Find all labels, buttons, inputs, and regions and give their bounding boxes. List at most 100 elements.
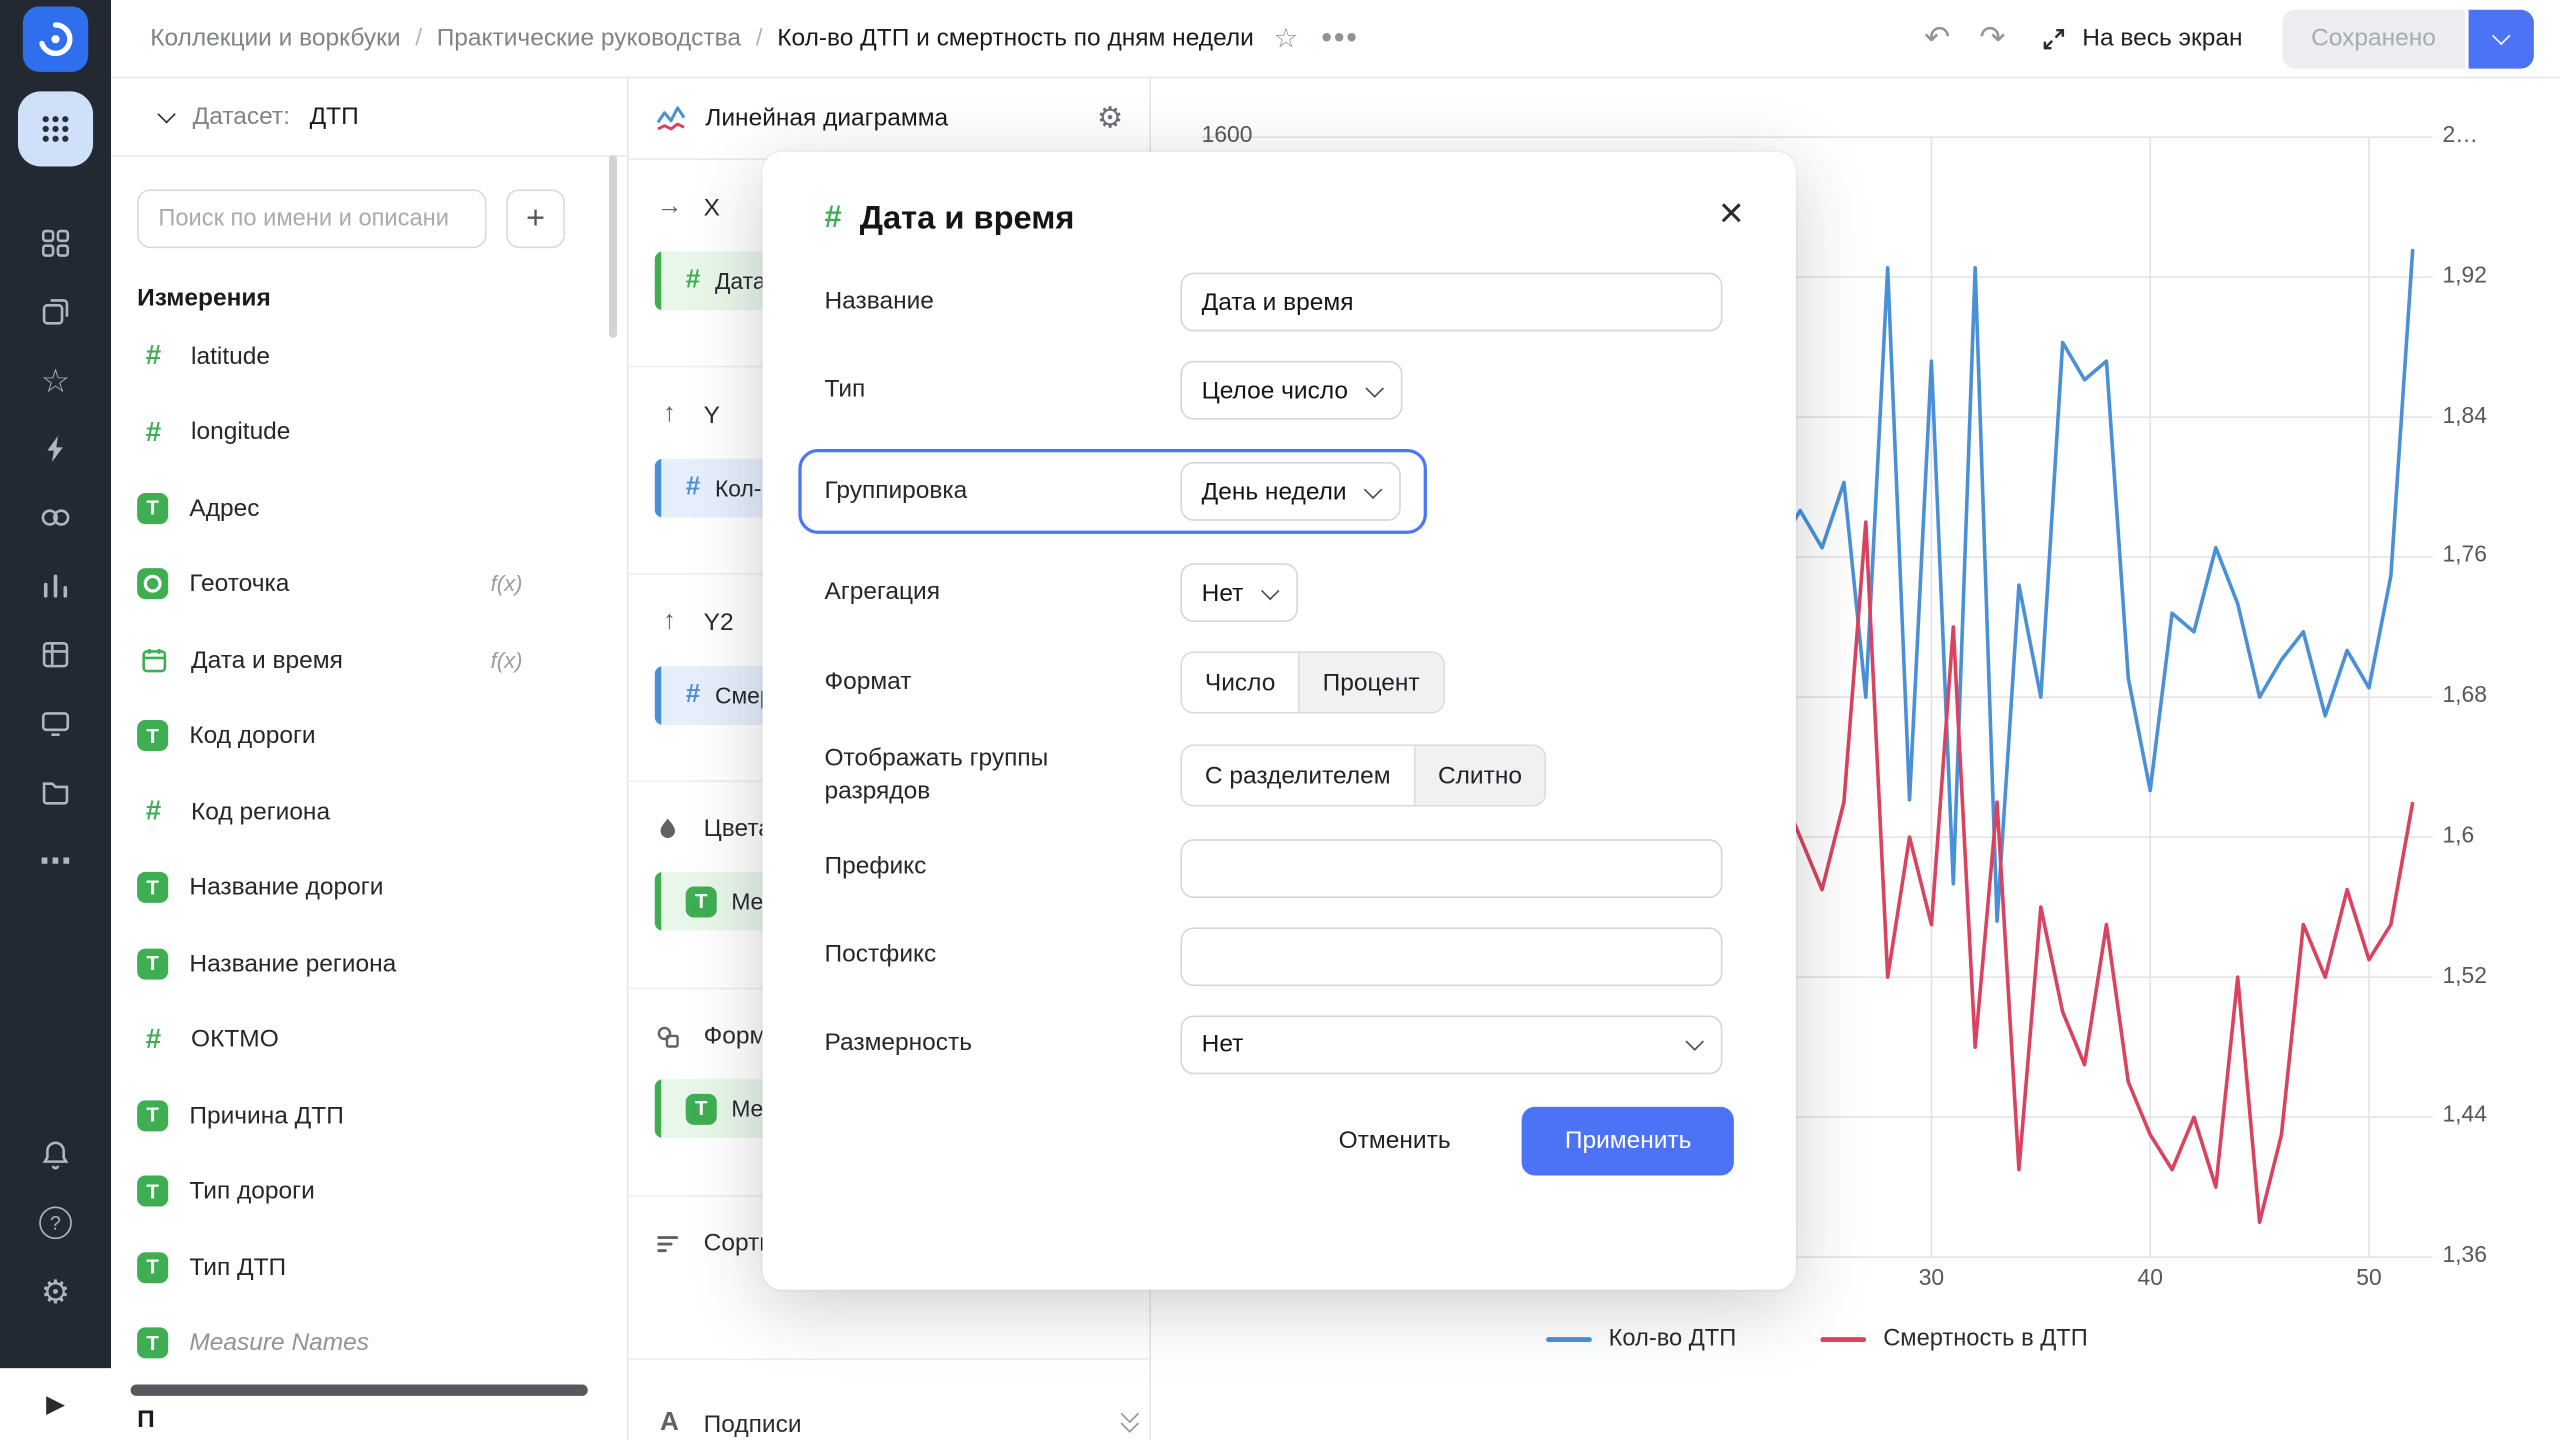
chip-accent-bar [655, 1079, 662, 1138]
storage-folder-icon[interactable] [23, 758, 88, 827]
name-input[interactable] [1180, 273, 1722, 332]
chevron-down-icon [157, 105, 175, 123]
charts-icon[interactable] [23, 552, 88, 621]
fullscreen-button[interactable]: На весь экран [2041, 24, 2242, 52]
grouping-focus-ring: Группировка День недели [798, 449, 1426, 534]
breadcrumb-guides[interactable]: Практические руководства [437, 24, 741, 52]
aggregation-label: Агрегация [824, 576, 1180, 609]
close-icon[interactable]: × [1709, 188, 1753, 237]
add-field-button[interactable]: + [506, 189, 565, 248]
postfix-input[interactable] [1180, 927, 1722, 986]
type-select[interactable]: Целое число [1180, 361, 1402, 420]
field-item[interactable]: TКод дороги [111, 698, 627, 774]
type-label: Тип [824, 374, 1180, 407]
formula-badge: f(x) [491, 572, 523, 596]
horizontal-scrollbar[interactable] [131, 1384, 588, 1395]
text-field-icon: T [686, 886, 717, 917]
dimensions-section-header: Измерения [137, 284, 627, 312]
datalens-logo-icon[interactable] [23, 7, 88, 72]
format-option-percent[interactable]: Процент [1300, 653, 1443, 712]
favorites-star-icon[interactable]: ☆ [23, 346, 88, 415]
text-field-icon: T [137, 948, 168, 979]
geopoint-field-icon [137, 569, 168, 600]
chart-settings-gear-icon[interactable]: ⚙ [1097, 101, 1123, 135]
left-nav-rail: ☆ ⋯ ? ⚙ ▶ [0, 0, 111, 1440]
grouping-select[interactable]: День недели [1180, 462, 1400, 521]
monitoring-icon[interactable] [23, 689, 88, 758]
field-item[interactable]: #longitude [111, 394, 627, 470]
type-row: Тип Целое число [824, 361, 1733, 420]
colors-bucket-icon [655, 816, 684, 842]
field-item[interactable]: Геоточкаf(x) [111, 546, 627, 622]
field-item[interactable]: TТип ДТП [111, 1229, 627, 1305]
dialog-footer: Отменить Применить [824, 1106, 1733, 1175]
vertical-scrollbar[interactable] [609, 155, 617, 338]
field-item[interactable]: TMeasure Names [111, 1305, 627, 1381]
legend-item-mortality[interactable]: Смертность в ДТП [1821, 1326, 2088, 1352]
format-option-number[interactable]: Число [1182, 653, 1300, 712]
x-axis-tick-label: 40 [2137, 1264, 2162, 1290]
field-search-input[interactable] [137, 189, 486, 248]
digit-groups-segmented-control: С разделителем Слитно [1180, 745, 1546, 807]
legend-swatch-red [1821, 1336, 1867, 1341]
sort-icon [655, 1230, 684, 1256]
right-axis-tick-label: 1,68 [2442, 681, 2486, 707]
dimension-select[interactable]: Нет [1180, 1015, 1722, 1074]
undo-icon[interactable]: ↶ [1924, 20, 1950, 58]
right-axis-tick-label: 1,84 [2442, 401, 2486, 427]
cancel-button[interactable]: Отменить [1316, 1110, 1474, 1170]
field-item[interactable]: TТип дороги [111, 1153, 627, 1229]
redo-icon[interactable]: ↷ [1980, 20, 2006, 58]
settings-gear-icon[interactable]: ⚙ [23, 1257, 88, 1326]
right-axis-tick-label: 1,36 [2442, 1241, 2486, 1267]
prefix-input[interactable] [1180, 838, 1722, 897]
dataset-label: Датасет: [193, 103, 290, 131]
shelf-label: Y [704, 401, 720, 429]
field-item[interactable]: TНазвание дороги [111, 850, 627, 926]
line-chart-type-icon[interactable] [655, 102, 688, 135]
dataset-name[interactable]: ДТП [310, 103, 359, 131]
format-segmented-control: Число Процент [1180, 651, 1444, 713]
connections-icon[interactable] [23, 483, 88, 552]
breadcrumb-collections[interactable]: Коллекции и воркбуки [150, 24, 400, 52]
format-label: Формат [824, 666, 1180, 699]
right-axis-tick-label: 1,52 [2442, 961, 2486, 987]
field-item[interactable]: #latitude [111, 318, 627, 394]
right-axis-tick-label: 1,44 [2442, 1101, 2486, 1127]
field-item[interactable]: #Код региона [111, 774, 627, 850]
text-field-icon: T [137, 493, 168, 524]
aggregation-select[interactable]: Нет [1180, 563, 1297, 622]
field-item[interactable]: TАдрес [111, 470, 627, 546]
legend-item-dtp[interactable]: Кол-во ДТП [1547, 1326, 1737, 1352]
apps-grid-icon[interactable] [18, 91, 93, 166]
field-item[interactable]: Дата и времяf(x) [111, 622, 627, 698]
dashboards-icon[interactable] [23, 209, 88, 278]
prefix-label: Префикс [824, 851, 1180, 884]
save-menu-caret-button[interactable] [2469, 9, 2534, 68]
scroll-down-indicator[interactable] [1123, 1412, 1136, 1430]
digit-groups-option-plain[interactable]: Слитно [1415, 747, 1545, 806]
number-field-icon: # [686, 473, 701, 502]
dataset-header[interactable]: Датасет: ДТП [111, 78, 627, 156]
dataset-panel: Датасет: ДТП + Измерения #latitude #long… [111, 78, 629, 1440]
collapse-panel-button[interactable]: ▶ [0, 1368, 111, 1440]
field-settings-dialog: # Дата и время × Название Тип Целое числ… [762, 152, 1795, 1290]
apply-button[interactable]: Применить [1522, 1106, 1733, 1175]
notifications-bell-icon[interactable] [23, 1120, 88, 1189]
saved-button[interactable]: Сохранено [2282, 9, 2466, 68]
field-item[interactable]: TНазвание региона [111, 926, 627, 1002]
fullscreen-icon [2041, 25, 2067, 51]
more-actions-icon[interactable]: ••• [1321, 20, 1358, 56]
more-ellipsis-icon[interactable]: ⋯ [23, 826, 88, 895]
digit-groups-option-separator[interactable]: С разделителем [1182, 747, 1415, 806]
datasets-table-icon[interactable] [23, 620, 88, 689]
chart-type-label[interactable]: Линейная диаграмма [705, 104, 1079, 132]
topbar: Коллекции и воркбуки / Практические руко… [111, 0, 2560, 78]
editor-bolt-icon[interactable] [23, 415, 88, 484]
field-item[interactable]: TПричина ДТП [111, 1078, 627, 1154]
field-item[interactable]: #ОКТМО [111, 1002, 627, 1078]
favorite-star-icon[interactable]: ☆ [1273, 22, 1298, 55]
help-question-icon[interactable]: ? [23, 1189, 88, 1258]
collections-icon[interactable] [23, 278, 88, 347]
breadcrumb-separator: / [415, 24, 422, 52]
